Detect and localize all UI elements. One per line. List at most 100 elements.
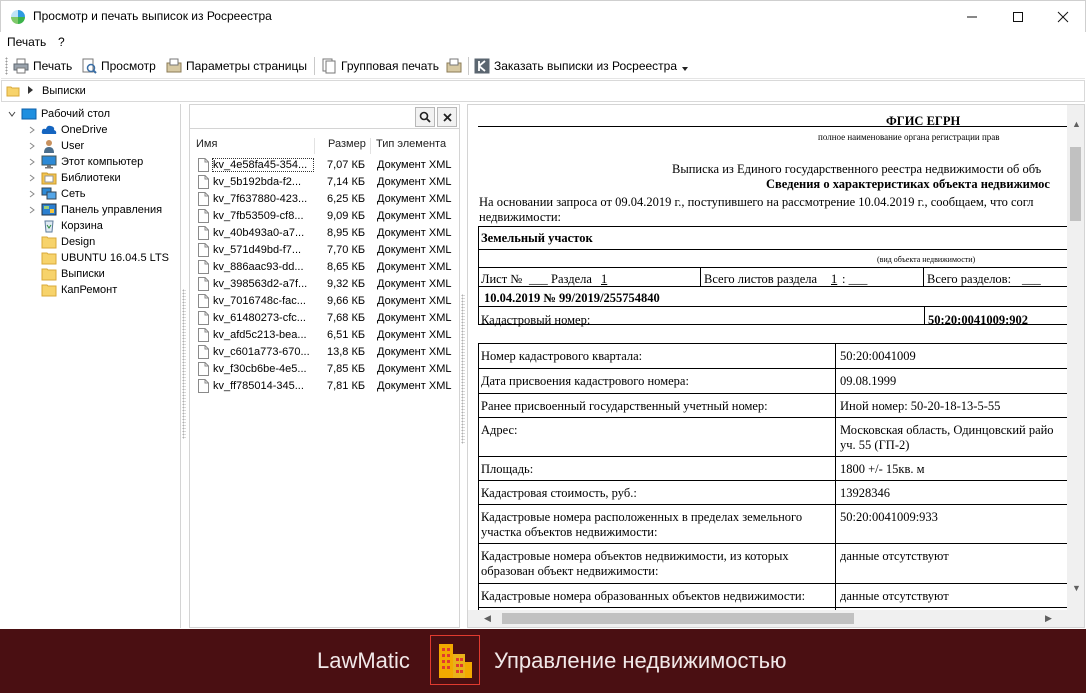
column-divider[interactable] bbox=[314, 138, 315, 154]
doc-row-value: 50:20:0041009:933 bbox=[840, 510, 938, 524]
file-row[interactable]: kv_f30cb6be-4e5... 7,85 КБ Документ XML bbox=[194, 361, 456, 378]
dropdown-arrow-icon[interactable] bbox=[682, 67, 689, 71]
doc-row-value: Иной номер: 50-20-18-13-5-55 bbox=[840, 399, 1001, 413]
library-icon bbox=[41, 172, 57, 185]
page-params-label: Параметры страницы bbox=[186, 59, 307, 73]
clear-search-button[interactable] bbox=[437, 107, 457, 127]
vertical-scrollbar[interactable]: ▲ ▼ bbox=[1067, 105, 1084, 611]
scroll-left-icon[interactable]: ◀ bbox=[484, 613, 491, 624]
address-bar[interactable]: Выписки bbox=[1, 80, 1085, 102]
minimize-button[interactable] bbox=[949, 1, 995, 32]
file-type: Документ XML bbox=[377, 329, 452, 341]
vertical-scroll-thumb[interactable] bbox=[1070, 147, 1081, 221]
file-row[interactable]: kv_571d49bd-f7... 7,70 КБ Документ XML bbox=[194, 242, 456, 259]
column-header-size[interactable]: Размер bbox=[328, 138, 366, 150]
file-row[interactable]: kv_ff785014-345... 7,81 КБ Документ XML bbox=[194, 378, 456, 395]
file-row[interactable]: kv_398563d2-a7f... 9,32 КБ Документ XML bbox=[194, 276, 456, 293]
close-button[interactable] bbox=[1040, 1, 1086, 32]
column-header-name[interactable]: Имя bbox=[196, 138, 217, 150]
tree-item-label: Выписки bbox=[61, 268, 105, 280]
order-button[interactable]: Заказать выписки из Росреестра bbox=[474, 56, 689, 76]
table-rule bbox=[478, 504, 1068, 505]
doc-row-label: Дата присвоения кадастрового номера: bbox=[481, 374, 689, 388]
file-name: kv_40b493a0-a7... bbox=[213, 227, 305, 239]
horizontal-scrollbar[interactable]: ◀ ▶ bbox=[468, 610, 1084, 627]
tree-item-desktop[interactable]: Рабочий стол bbox=[7, 106, 110, 122]
file-row[interactable]: kv_886aac93-dd... 8,65 КБ Документ XML bbox=[194, 259, 456, 276]
tree-item-recycle-bin[interactable]: Корзина bbox=[41, 218, 103, 234]
doc-row-label: образован объект недвижимости: bbox=[481, 564, 659, 578]
horizontal-scroll-thumb[interactable] bbox=[502, 613, 854, 624]
tree-item-network[interactable]: Сеть bbox=[27, 186, 85, 202]
maximize-button[interactable] bbox=[995, 1, 1041, 32]
tree-item-label: User bbox=[61, 140, 85, 152]
file-row[interactable]: kv_7f637880-423... 6,25 КБ Документ XML bbox=[194, 191, 456, 208]
scroll-up-icon[interactable]: ▲ bbox=[1072, 119, 1081, 129]
doc-row-label: Площадь: bbox=[481, 462, 534, 476]
tree-item-onedrive[interactable]: OneDrive bbox=[27, 122, 107, 138]
page-params-button[interactable]: Параметры страницы bbox=[166, 56, 307, 76]
tree-item-design[interactable]: Design bbox=[41, 234, 95, 250]
print-label: Печать bbox=[33, 59, 73, 73]
table-rule bbox=[478, 393, 1068, 394]
file-row[interactable]: kv_4e58fa45-354... 7,07 КБ Документ XML bbox=[194, 157, 456, 174]
doc-row-value: уч. 55 (ГП-2) bbox=[840, 438, 910, 452]
print-button[interactable]: Печать bbox=[13, 56, 72, 76]
file-row[interactable]: kv_61480273-cfc... 7,68 КБ Документ XML bbox=[194, 310, 456, 327]
file-size: 6,51 КБ bbox=[327, 329, 366, 341]
splitter-left[interactable] bbox=[181, 104, 187, 628]
doc-section-label: Раздела bbox=[551, 272, 592, 286]
doc-row-label: Адрес: bbox=[481, 423, 518, 437]
network-icon bbox=[41, 187, 57, 200]
file-row[interactable]: kv_c601a773-670... 13,8 КБ Документ XML bbox=[194, 344, 456, 361]
doc-cad-value: 50:20:0041009:902 bbox=[928, 313, 1028, 327]
tree-item-this-pc[interactable]: Этот компьютер bbox=[27, 154, 143, 170]
table-rule bbox=[478, 343, 1068, 344]
expand-icon[interactable] bbox=[27, 125, 37, 135]
file-row[interactable]: kv_afd5c213-bea... 6,51 КБ Документ XML bbox=[194, 327, 456, 344]
tree-item-vypiski[interactable]: Выписки bbox=[41, 266, 105, 282]
tree-item-kapremont[interactable]: КапРемонт bbox=[41, 282, 117, 298]
group-page-setup-button[interactable] bbox=[446, 56, 466, 76]
column-divider[interactable] bbox=[370, 138, 371, 154]
expand-icon[interactable] bbox=[27, 157, 37, 167]
app-icon bbox=[11, 10, 25, 24]
file-row[interactable]: kv_40b493a0-a7... 8,95 КБ Документ XML bbox=[194, 225, 456, 242]
tree-item-ubuntu[interactable]: UBUNTU 16.04.5 LTS bbox=[41, 250, 169, 266]
column-header-type[interactable]: Тип элемента bbox=[376, 138, 446, 150]
file-name: kv_4e58fa45-354... bbox=[212, 158, 314, 172]
menu-item-print[interactable]: Печать bbox=[7, 35, 46, 49]
file-row[interactable]: kv_7016748c-fac... 9,66 КБ Документ XML bbox=[194, 293, 456, 310]
tree-item-control-panel[interactable]: Панель управления bbox=[27, 202, 162, 218]
file-type: Документ XML bbox=[377, 159, 452, 171]
file-row[interactable]: kv_5b192bda-f2... 7,14 КБ Документ XML bbox=[194, 174, 456, 191]
scroll-down-icon[interactable]: ▼ bbox=[1072, 583, 1081, 593]
file-icon bbox=[198, 328, 209, 342]
menu-item-help[interactable]: ? bbox=[58, 35, 65, 49]
expand-icon[interactable] bbox=[27, 173, 37, 183]
tree-item-user[interactable]: User bbox=[27, 138, 84, 154]
expand-icon[interactable] bbox=[27, 141, 37, 151]
tree-item-libraries[interactable]: Библиотеки bbox=[27, 170, 121, 186]
expand-icon[interactable] bbox=[27, 205, 37, 215]
scroll-right-icon[interactable]: ▶ bbox=[1045, 613, 1052, 624]
table-rule bbox=[478, 343, 479, 611]
breadcrumb[interactable]: Выписки bbox=[42, 85, 86, 97]
collapse-icon[interactable] bbox=[7, 109, 17, 119]
file-icon bbox=[198, 260, 209, 274]
window-title: Просмотр и печать выписок из Росреестра bbox=[33, 9, 272, 23]
file-size: 7,85 КБ bbox=[327, 363, 366, 375]
splitter-right[interactable] bbox=[460, 104, 466, 628]
doc-row-label: участка объектов недвижимости: bbox=[481, 525, 658, 539]
expand-icon[interactable] bbox=[27, 189, 37, 199]
preview-button[interactable]: Просмотр bbox=[81, 56, 156, 76]
file-name: kv_c601a773-670... bbox=[213, 346, 310, 358]
breadcrumb-arrow-icon[interactable] bbox=[28, 86, 33, 94]
search-input[interactable] bbox=[190, 105, 412, 128]
search-button[interactable] bbox=[415, 107, 435, 127]
file-row[interactable]: kv_7fb53509-cf8... 9,09 КБ Документ XML bbox=[194, 208, 456, 225]
computer-icon bbox=[41, 155, 57, 169]
toolbar-grip[interactable] bbox=[5, 57, 8, 75]
group-print-button[interactable]: Групповая печать bbox=[321, 56, 439, 76]
file-size: 6,25 КБ bbox=[327, 193, 366, 205]
